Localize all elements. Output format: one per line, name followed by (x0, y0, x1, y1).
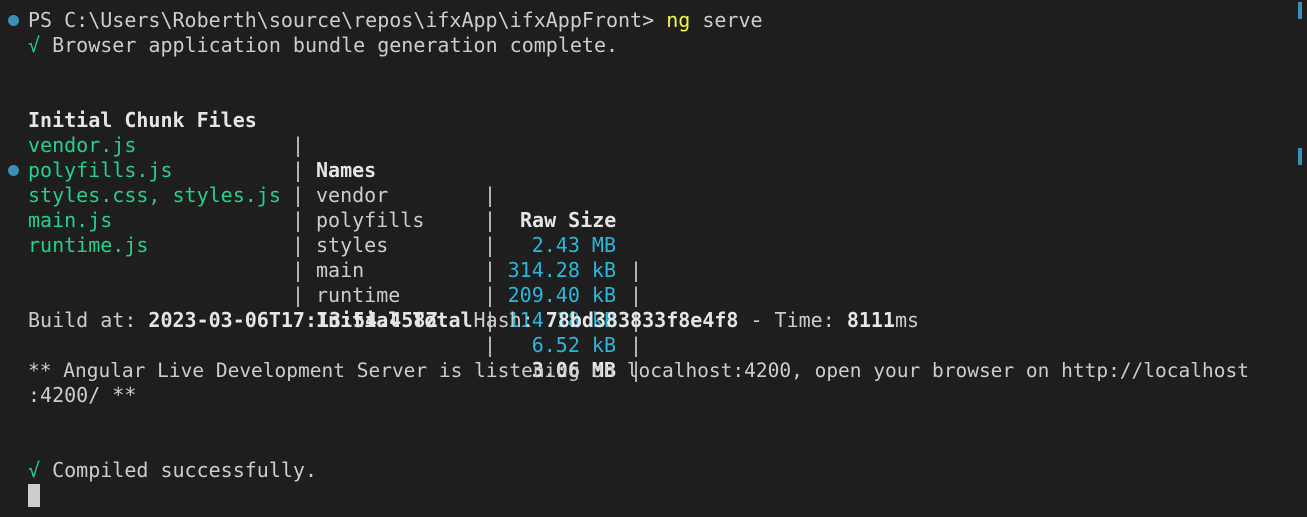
column-separator: | (484, 333, 497, 357)
column-separator: | (630, 333, 643, 357)
build-at-label: Build at: (28, 308, 149, 332)
column-separator: | (292, 283, 305, 307)
checkmark-icon: √ (28, 458, 41, 482)
table-header-row: Initial Chunk Files | Names | Raw Size (28, 83, 648, 232)
server-message-line[interactable]: ** Angular Live Development Server is li… (28, 358, 1249, 383)
bundle-status-text: Browser application bundle generation co… (52, 33, 619, 57)
terminal-panel[interactable]: PS C:\Users\Roberth\source\repos\ifxApp\… (0, 0, 1307, 517)
checkmark-icon: √ (28, 33, 41, 57)
command-name: ng (666, 8, 691, 32)
table-row: vendor.js | vendor | 2.43 MB | (28, 108, 648, 282)
prompt-line: PS C:\Users\Roberth\source\repos\ifxApp\… (28, 8, 763, 33)
scrollbar-marker[interactable] (1298, 2, 1302, 19)
time-value: 8111 (846, 308, 895, 332)
build-info-line: Build at: 2023-03-06T17:13:54.458Z - Has… (28, 308, 919, 333)
time-unit: ms (894, 308, 920, 332)
table-total-row: | Initial Total | 3.06 MB (28, 258, 648, 382)
column-separator: | (484, 283, 497, 307)
bundle-status-line: √ Browser application bundle generation … (28, 33, 618, 58)
table-row: runtime.js | runtime | 6.52 kB | (28, 208, 648, 382)
chunk-size: 2.43 MB (531, 233, 616, 257)
hash-value: 78bd383833f8e4f8 (545, 308, 739, 332)
command-decoration-icon[interactable] (8, 165, 19, 176)
compiled-status-text: Compiled successfully. (52, 458, 317, 482)
chunk-size: 6.52 kB (531, 333, 616, 357)
terminal-cursor[interactable] (28, 484, 40, 507)
server-message-line-wrap[interactable]: :4200/ ** (28, 383, 136, 408)
table-row: main.js | main | 114.18 kB | (28, 183, 648, 357)
column-separator: | (292, 233, 305, 257)
table-row: polyfills.js | polyfills | 314.28 kB | (28, 133, 648, 307)
time-label: - Time: (738, 308, 847, 332)
chunk-name: runtime (316, 283, 401, 307)
chunk-size: 209.40 kB (507, 283, 616, 307)
scrollbar-marker[interactable] (1298, 148, 1302, 165)
chunk-name: styles (316, 233, 389, 257)
table-row: styles.css, styles.js | styles | 209.40 … (28, 158, 648, 332)
compiled-status-line: √ Compiled successfully. (28, 458, 317, 483)
command-argument: serve (702, 8, 763, 32)
chunk-file: runtime.js (28, 233, 149, 257)
build-at-value: 2023-03-06T17:13:54.458Z (148, 308, 438, 332)
command-decoration-icon[interactable] (8, 15, 19, 26)
hash-label: - Hash: (437, 308, 546, 332)
column-separator: | (484, 233, 497, 257)
prompt-path: PS C:\Users\Roberth\source\repos\ifxApp\… (28, 8, 655, 32)
column-separator: | (630, 283, 643, 307)
